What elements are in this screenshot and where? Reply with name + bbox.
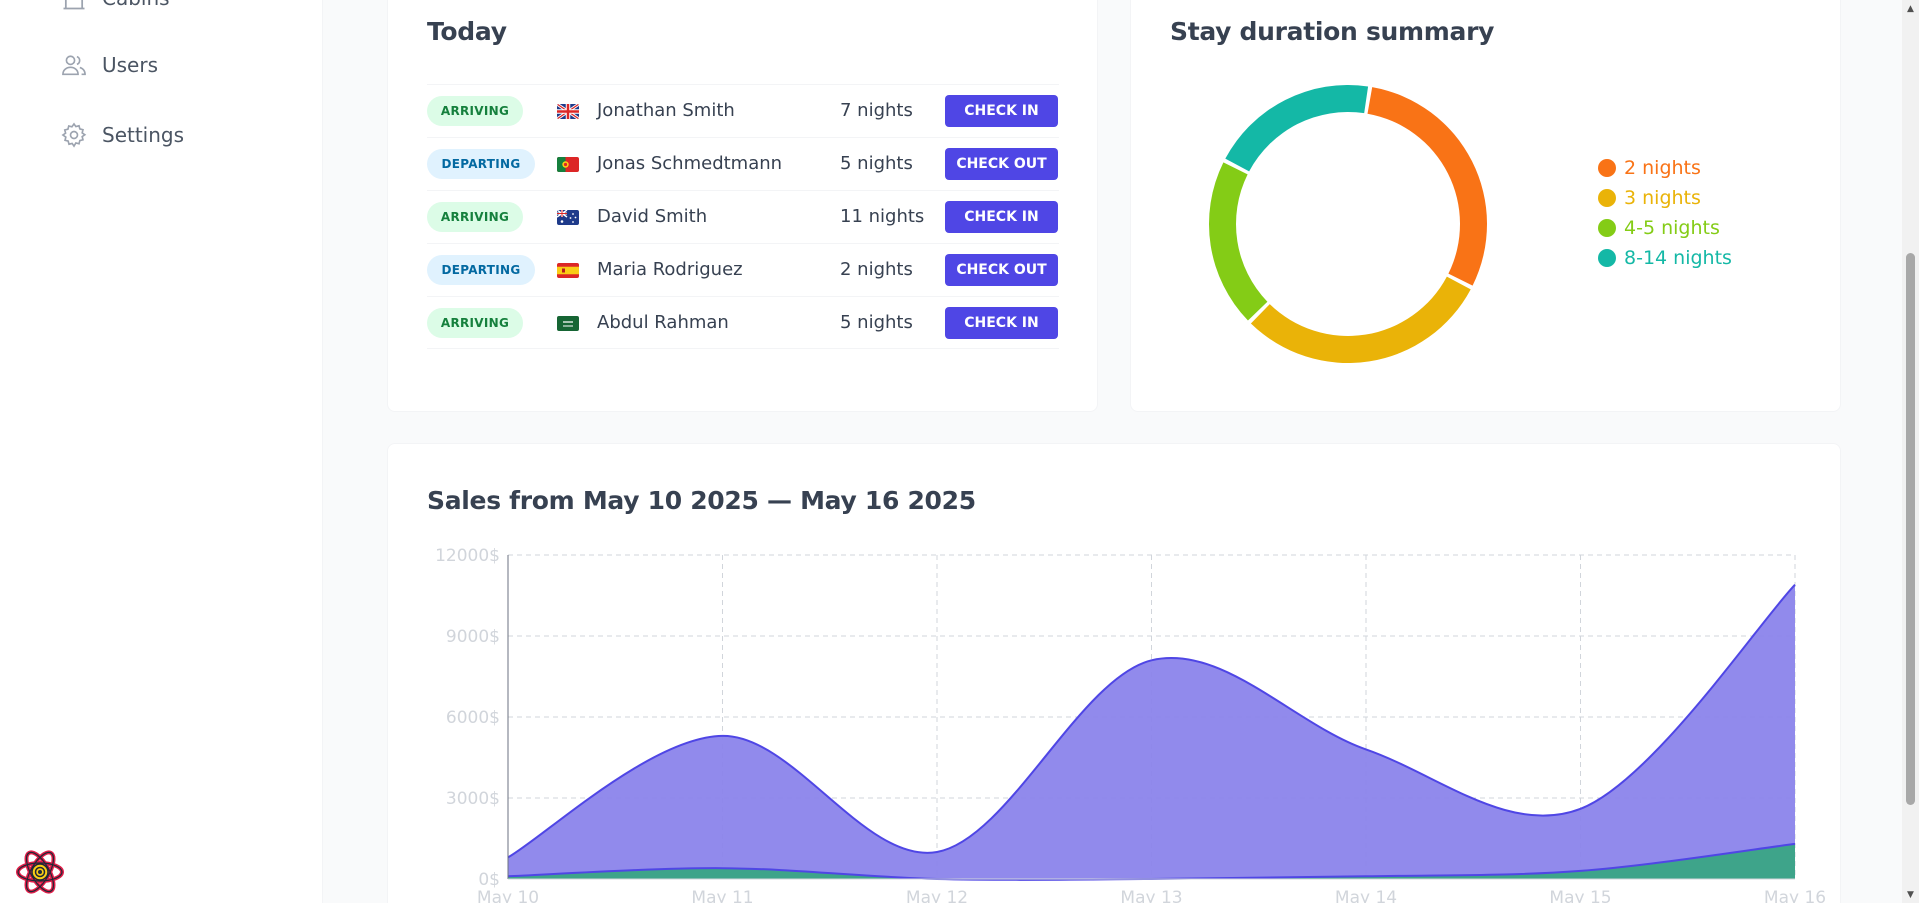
x-tick-label: May 16 — [1764, 888, 1826, 903]
x-tick-label: May 12 — [906, 888, 968, 903]
legend-label: 8-14 nights — [1624, 247, 1732, 269]
sidebar-item-settings[interactable]: Settings — [60, 115, 184, 155]
legend-label: 4-5 nights — [1624, 217, 1720, 239]
status-badge: ARRIVING — [427, 308, 523, 338]
cabins-icon — [63, 0, 85, 10]
list-item: DEPARTING Jonas Schmedtmann 5 nights CHE… — [427, 137, 1059, 190]
scroll-up-icon[interactable]: ▲ — [1902, 0, 1919, 17]
list-item: ARRIVING Jonathan Smith 7 nights CHECK I… — [427, 84, 1059, 137]
scrollbar[interactable]: ▲ ▼ — [1902, 0, 1919, 903]
x-tick-label: May 14 — [1335, 888, 1397, 903]
legend-label: 3 nights — [1624, 187, 1701, 209]
legend-dot-icon — [1598, 249, 1616, 267]
check-in-button[interactable]: CHECK IN — [945, 201, 1058, 233]
sidebar: Cabins Users Settings — [0, 0, 323, 903]
legend-item: 4-5 nights — [1598, 213, 1732, 243]
check-in-button[interactable]: CHECK IN — [945, 95, 1058, 127]
legend-item: 2 nights — [1598, 153, 1732, 183]
today-card: Today ARRIVING Jonathan Smith 7 nights C… — [387, 0, 1098, 412]
today-title: Today — [427, 17, 507, 46]
uk-flag-icon — [557, 104, 579, 119]
legend-dot-icon — [1598, 189, 1616, 207]
list-item: ARRIVING Abdul Rahman 5 nights CHECK IN — [427, 296, 1059, 349]
saudi-arabia-flag-icon — [557, 316, 579, 331]
guest-name: Abdul Rahman — [597, 312, 729, 333]
status-badge: ARRIVING — [427, 96, 523, 126]
x-tick-label: May 10 — [477, 888, 539, 903]
y-tick-label: 9000$ — [446, 627, 500, 647]
x-tick-label: May 11 — [691, 888, 753, 903]
sidebar-item-label: Users — [102, 53, 159, 77]
nights-count: 5 nights — [840, 312, 913, 333]
guest-name: Jonas Schmedtmann — [597, 153, 783, 174]
y-tick-label: 6000$ — [446, 708, 500, 728]
legend-item: 3 nights — [1598, 183, 1732, 213]
scroll-down-icon[interactable]: ▼ — [1902, 886, 1919, 903]
australia-flag-icon — [557, 210, 579, 225]
y-tick-label: 0$ — [478, 870, 500, 890]
check-out-button[interactable]: CHECK OUT — [945, 148, 1058, 180]
list-item: ARRIVING David Smith 11 nights CHECK IN — [427, 190, 1059, 243]
gear-icon — [61, 122, 87, 148]
guest-name: Maria Rodriguez — [597, 259, 743, 280]
donut-slice[interactable] — [1250, 276, 1471, 363]
status-badge: DEPARTING — [427, 149, 535, 179]
donut-slice[interactable] — [1209, 162, 1268, 321]
status-badge: ARRIVING — [427, 202, 523, 232]
nights-count: 11 nights — [840, 206, 925, 227]
check-in-button[interactable]: CHECK IN — [945, 307, 1058, 339]
sidebar-item-users[interactable]: Users — [60, 45, 158, 85]
list-item: DEPARTING Maria Rodriguez 2 nights CHECK… — [427, 243, 1059, 296]
chart-legend: 2 nights 3 nights 4-5 nights 8-14 nights — [1598, 153, 1732, 273]
sidebar-item-label: Cabins — [102, 0, 170, 10]
nights-count: 5 nights — [840, 153, 913, 174]
status-badge: DEPARTING — [427, 255, 535, 285]
react-logo-icon — [16, 850, 64, 894]
portugal-flag-icon — [557, 157, 579, 172]
users-icon — [62, 55, 86, 76]
donut-slice[interactable] — [1225, 85, 1369, 172]
legend-label: 2 nights — [1624, 157, 1701, 179]
spain-flag-icon — [557, 263, 579, 278]
sales-card: Sales from May 10 2025 — May 16 2025 0$ 3… — [387, 443, 1841, 903]
guest-name: Jonathan Smith — [597, 100, 735, 121]
nights-count: 2 nights — [840, 259, 913, 280]
y-tick-label: 3000$ — [446, 789, 500, 809]
nights-count: 7 nights — [840, 100, 913, 121]
y-tick-label: 12000$ — [435, 546, 500, 566]
legend-dot-icon — [1598, 159, 1616, 177]
sidebar-item-label: Settings — [102, 123, 185, 147]
stay-duration-donut-chart — [1209, 85, 1487, 363]
sidebar-item-cabins[interactable]: Cabins — [60, 0, 170, 18]
react-query-devtools-button[interactable] — [14, 846, 66, 898]
x-tick-label: May 13 — [1120, 888, 1182, 903]
donut-slice[interactable] — [1367, 87, 1487, 286]
sales-area-chart: 0$ 3000$ 6000$ 9000$ 12000$ May 10 May 11 May 1… — [435, 546, 1826, 903]
x-tick-label: May 15 — [1549, 888, 1611, 903]
legend-dot-icon — [1598, 219, 1616, 237]
legend-item: 8-14 nights — [1598, 243, 1732, 273]
scrollbar-thumb[interactable] — [1906, 253, 1915, 805]
check-out-button[interactable]: CHECK OUT — [945, 254, 1058, 286]
guest-name: David Smith — [597, 206, 708, 227]
stay-duration-card: Stay duration summary 2 nights 3 nights 4-… — [1130, 0, 1841, 412]
